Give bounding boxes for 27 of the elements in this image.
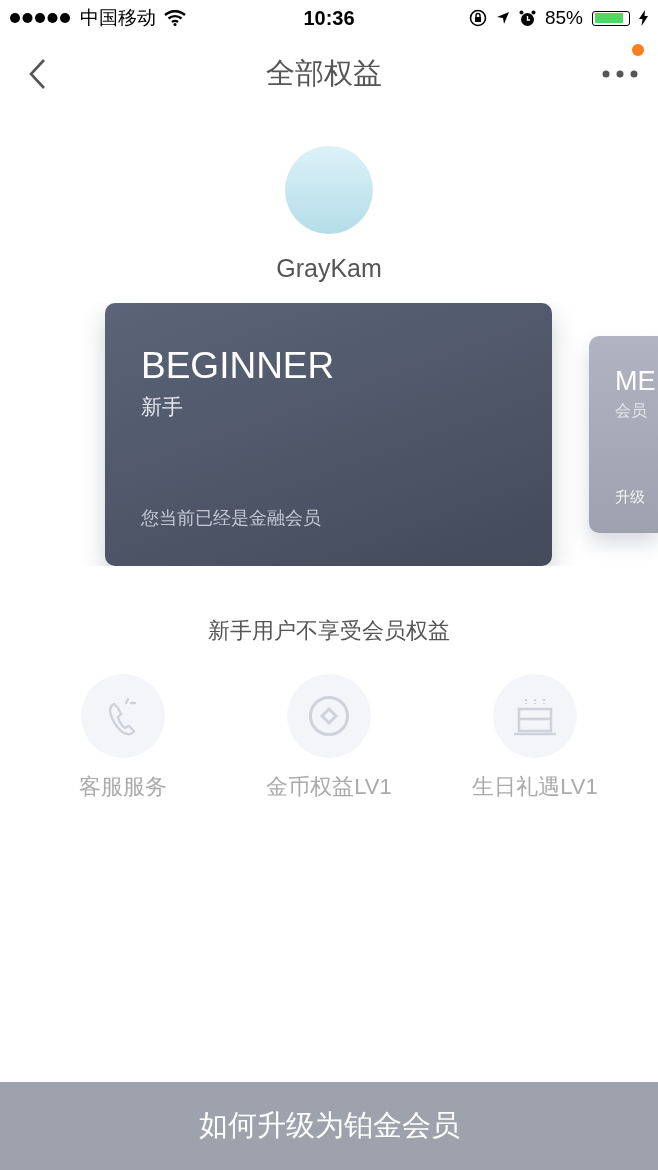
membership-card[interactable]: ME 会员 升级 (589, 336, 658, 533)
card-subtitle: 新手 (141, 394, 184, 420)
page-title: 全部权益 (266, 56, 382, 91)
benefit-label: 生日礼遇LV1 (472, 773, 598, 801)
clock-time: 10:36 (303, 6, 355, 30)
card-title: BEGINNER (141, 345, 336, 387)
upgrade-button[interactable]: 如何升级为铂金会员 (0, 1082, 658, 1170)
notice-text: 新手用户不享受会员权益 (208, 617, 450, 645)
benefit-label: 客服服务 (79, 773, 167, 801)
battery-percent: 85% (544, 7, 583, 29)
rotation-lock-icon (468, 9, 487, 27)
wifi-icon (164, 10, 186, 26)
card-title: ME (615, 366, 657, 397)
battery-icon (592, 10, 630, 26)
alarm-clock-icon (518, 9, 536, 27)
location-arrow-icon (495, 11, 510, 25)
back-icon[interactable] (28, 58, 46, 90)
coin-icon (308, 695, 350, 737)
card-note: 您当前已经是金融会员 (141, 507, 322, 530)
benefit-label: 金币权益LV1 (266, 773, 392, 801)
signal-icon (10, 13, 72, 23)
membership-card[interactable]: BEGINNER 新手 您当前已经是金融会员 (105, 303, 552, 566)
user-name: GrayKam (276, 254, 382, 283)
card-note: 升级 (615, 488, 646, 507)
more-icon[interactable] (602, 70, 638, 78)
card-subtitle: 会员 (615, 401, 648, 421)
carrier-name: 中国移动 (80, 6, 156, 30)
